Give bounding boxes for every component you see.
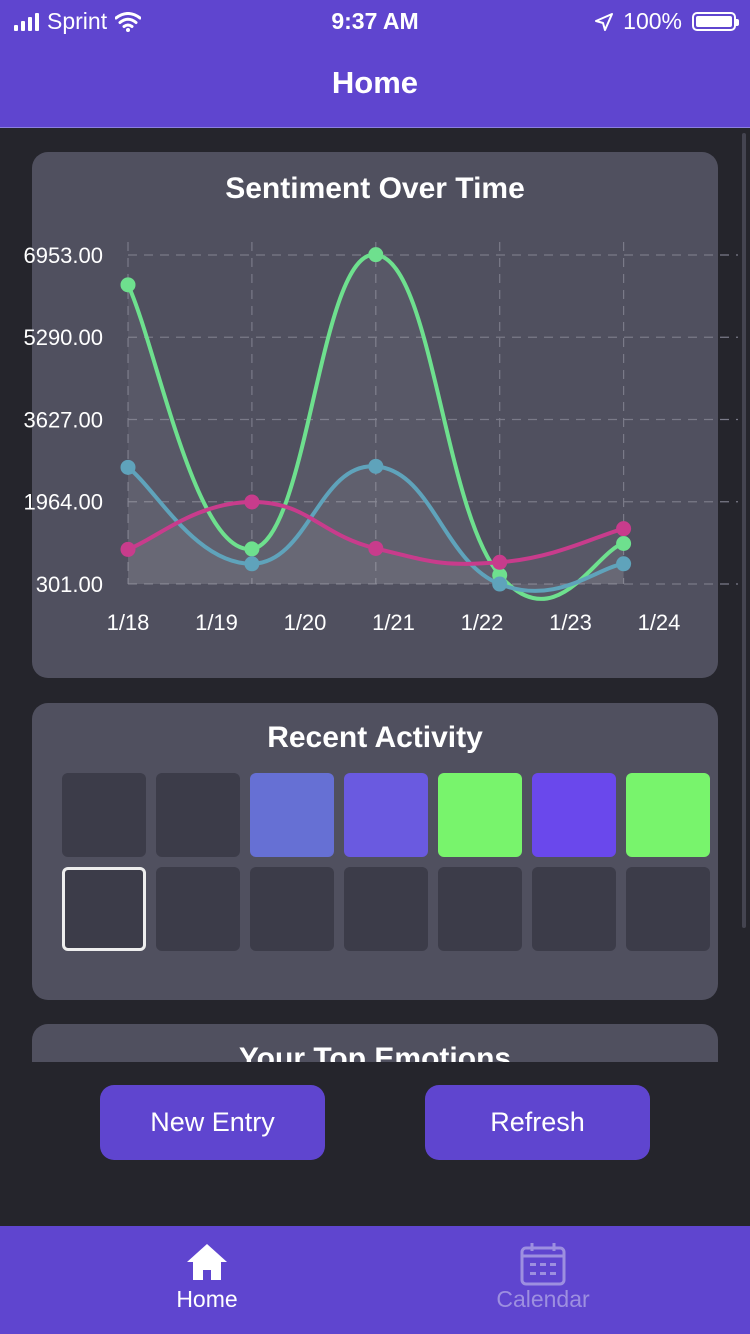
data-point <box>120 459 136 475</box>
data-point <box>368 247 384 263</box>
activity-day[interactable] <box>344 773 428 857</box>
data-point <box>244 556 260 572</box>
top-emotions-title: Your Top Emotions <box>238 1042 512 1062</box>
tab-calendar[interactable]: Calendar <box>463 1242 623 1313</box>
data-point <box>120 277 136 293</box>
x-tick-label: 1/19 <box>195 610 238 635</box>
activity-day[interactable] <box>156 867 240 951</box>
tab-bar: Home Calendar <box>0 1226 750 1334</box>
data-point <box>492 554 508 570</box>
sentiment-chart: 301.00 1964.00 3627.00 5290.00 6953.00 1/18 1/… <box>23 242 738 635</box>
activity-day[interactable] <box>62 773 146 857</box>
data-point <box>492 576 508 592</box>
tab-calendar-label: Calendar <box>496 1286 590 1312</box>
activity-day[interactable] <box>532 773 616 857</box>
recent-activity-card: Recent Activity <box>32 703 718 1000</box>
activity-day[interactable] <box>344 867 428 951</box>
scrollbar[interactable] <box>742 133 746 928</box>
home-icon <box>187 1244 227 1280</box>
x-tick-label: 1/21 <box>372 610 415 635</box>
data-point <box>368 540 384 556</box>
data-point <box>616 535 632 551</box>
data-point <box>616 556 632 572</box>
home-scroll-view[interactable]: Sentiment Over Time 301.00 1964.00 3627.00… <box>0 129 750 1062</box>
y-tick-label: 1964.00 <box>23 490 103 515</box>
data-point <box>616 521 632 537</box>
sentiment-card: Sentiment Over Time 301.00 1964.00 3627.00… <box>23 152 738 678</box>
data-point <box>120 541 136 557</box>
activity-day[interactable] <box>438 867 522 951</box>
calendar-icon <box>520 1243 566 1286</box>
x-tick-label: 1/23 <box>549 610 592 635</box>
activity-grid <box>62 773 710 951</box>
status-bar: Sprint 9:37 AM 100% <box>0 0 750 40</box>
page-title: Home <box>331 65 419 100</box>
data-point <box>368 458 384 474</box>
x-tick-label: 1/20 <box>284 610 327 635</box>
data-point <box>244 541 260 557</box>
x-tick-label: 1/24 <box>638 610 681 635</box>
activity-day-today[interactable] <box>62 867 146 951</box>
nav-bar: Home <box>0 40 750 128</box>
battery-percent: 100% <box>623 8 682 34</box>
top-emotions-card: Your Top Emotions <box>32 1024 718 1062</box>
activity-day[interactable] <box>156 773 240 857</box>
new-entry-button[interactable]: New Entry <box>100 1085 325 1160</box>
activity-day[interactable] <box>532 867 616 951</box>
x-tick-label: 1/18 <box>107 610 150 635</box>
data-point <box>244 494 260 510</box>
activity-day[interactable] <box>250 867 334 951</box>
tab-home-label: Home <box>176 1286 238 1312</box>
tab-home[interactable]: Home <box>127 1242 287 1313</box>
location-arrow-icon <box>595 12 614 31</box>
status-right: 100% <box>595 8 739 35</box>
activity-day[interactable] <box>438 773 522 857</box>
refresh-button[interactable]: Refresh <box>425 1085 650 1160</box>
activity-day[interactable] <box>626 773 710 857</box>
activity-day[interactable] <box>250 773 334 857</box>
y-tick-label: 3627.00 <box>23 407 103 432</box>
y-tick-label: 301.00 <box>36 572 103 597</box>
y-tick-label: 5290.00 <box>23 325 103 350</box>
activity-day[interactable] <box>626 867 710 951</box>
x-tick-label: 1/22 <box>461 610 504 635</box>
y-tick-label: 6953.00 <box>23 243 103 268</box>
battery-icon <box>692 12 739 31</box>
recent-activity-title: Recent Activity <box>267 721 483 754</box>
